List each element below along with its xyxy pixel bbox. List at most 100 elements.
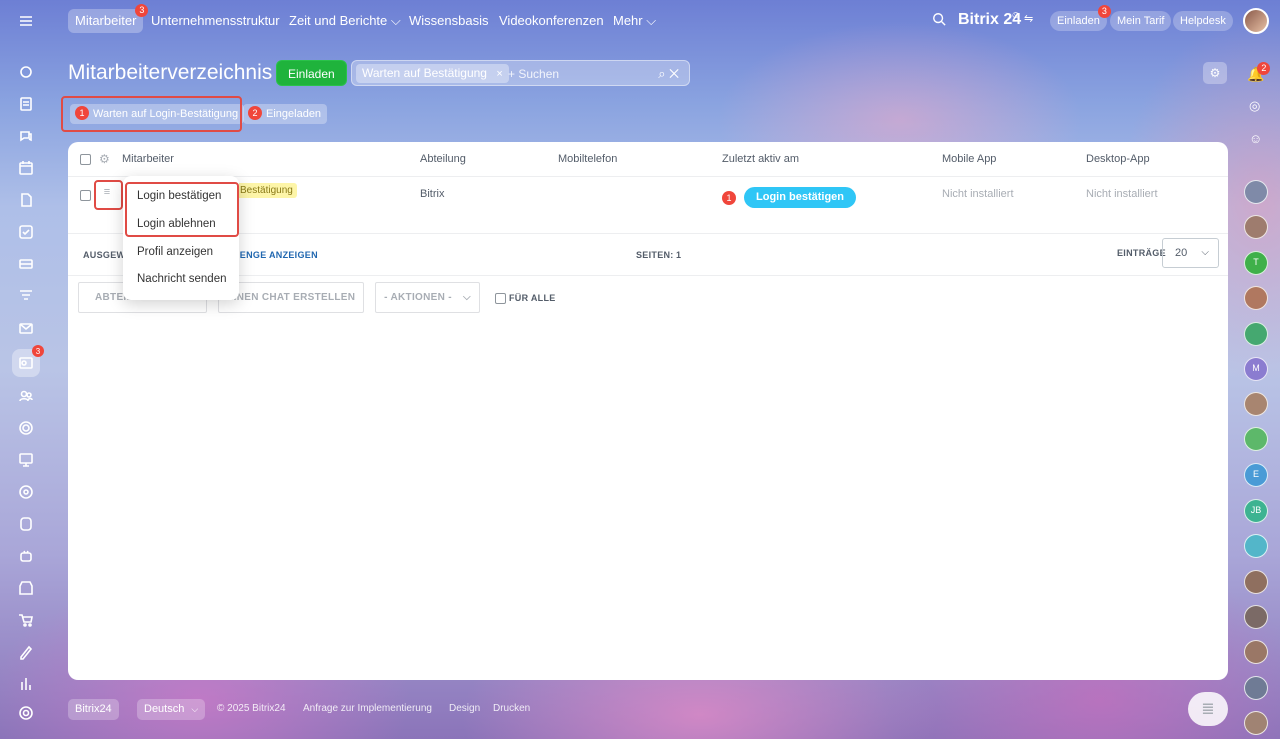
avatar[interactable] <box>1244 215 1268 239</box>
divider <box>68 233 1228 234</box>
column-header[interactable]: Zuletzt aktiv am <box>722 153 799 165</box>
search-icon[interactable]: ⌕ <box>658 66 665 81</box>
avatar[interactable] <box>1244 427 1268 451</box>
menu-item-send-message[interactable]: Nachricht senden <box>137 273 227 285</box>
column-settings-icon[interactable]: ⚙ <box>99 152 110 166</box>
analytics-icon[interactable] <box>16 674 36 694</box>
my-tariff-button[interactable]: Mein Tarif <box>1110 11 1172 31</box>
avatar[interactable] <box>1244 392 1268 416</box>
remove-tag-icon[interactable]: × <box>496 68 502 80</box>
nav-item-time-reports[interactable]: Zeit und Berichte ⌵ <box>282 9 408 33</box>
create-chat-button[interactable]: EINEN CHAT ERSTELLEN <box>218 282 364 313</box>
for-all-label: FÜR ALLE <box>509 293 556 303</box>
search-filter-tag[interactable]: Warten auf Bestätigung × <box>356 64 509 83</box>
robot-icon[interactable] <box>16 546 36 566</box>
user-avatar[interactable] <box>1243 8 1269 34</box>
funnel-icon[interactable] <box>16 286 36 306</box>
row-checkbox[interactable] <box>80 190 91 201</box>
highlight-frame <box>94 180 123 210</box>
language-select[interactable]: Deutsch ⌵ <box>137 699 206 720</box>
avatar[interactable] <box>1244 570 1268 594</box>
menu-item-view-profile[interactable]: Profil anzeigen <box>137 246 213 258</box>
nav-item-employees[interactable]: Mitarbeiter 3 <box>68 4 149 33</box>
status-badge: Bestätigung <box>236 183 297 198</box>
search-icon[interactable] <box>932 12 946 29</box>
menu-icon[interactable] <box>16 11 36 31</box>
avatar[interactable] <box>1244 286 1268 310</box>
column-header[interactable]: Mitarbeiter <box>122 153 174 165</box>
chat-button[interactable]: ≣ <box>1188 692 1228 726</box>
employees-icon[interactable]: 3 <box>12 345 44 377</box>
footer-logo[interactable]: Bitrix24 <box>68 699 119 720</box>
footer-link-print[interactable]: Drucken <box>493 703 530 714</box>
avatar[interactable] <box>1244 676 1268 700</box>
feed-icon[interactable] <box>16 94 36 114</box>
automation-icon[interactable] <box>16 418 36 438</box>
filter-tab-invited[interactable]: 2 Eingeladen <box>243 104 328 124</box>
calendar-icon[interactable] <box>16 158 36 178</box>
nav-item-knowledge-base[interactable]: Wissensbasis <box>402 9 495 33</box>
actions-select-label: - AKTIONEN - <box>384 292 452 303</box>
invite-badge: 3 <box>1097 5 1111 18</box>
footer-link-implementation[interactable]: Anfrage zur Implementierung <box>303 703 432 714</box>
avatar[interactable] <box>1244 605 1268 629</box>
employees-badge: 3 <box>32 345 44 357</box>
search-box[interactable]: Warten auf Bestätigung × ⌕ ✕ <box>351 60 690 86</box>
nav-item-company-structure[interactable]: Unternehmensstruktur <box>144 9 287 33</box>
column-header[interactable]: Mobiltelefon <box>558 153 617 165</box>
avatar[interactable] <box>1244 322 1268 346</box>
task-icon[interactable] <box>16 222 36 242</box>
goal-icon[interactable] <box>16 482 36 502</box>
divider <box>68 176 1228 177</box>
notification-badge: 2 <box>1257 62 1271 75</box>
page-size-select[interactable]: 20 ⌵ <box>1162 238 1219 268</box>
mail-icon[interactable] <box>16 318 36 338</box>
avatar[interactable] <box>1244 534 1268 558</box>
groups-icon[interactable] <box>16 386 36 406</box>
invite-button[interactable]: Einladen <box>276 60 347 86</box>
column-header[interactable]: Abteilung <box>420 153 466 165</box>
avatar[interactable]: M <box>1244 357 1268 381</box>
store-icon[interactable] <box>16 578 36 598</box>
swap-icon[interactable]: ⇋ <box>1024 12 1033 25</box>
pages-label: SEITEN: <box>636 250 674 260</box>
actions-select[interactable]: - AKTIONEN - ⌵ <box>375 282 480 313</box>
avatar[interactable]: T <box>1244 251 1268 275</box>
column-header[interactable]: Mobile App <box>942 153 996 165</box>
nav-item-video-conferences[interactable]: Videokonferenzen <box>492 9 611 33</box>
footer-link-design[interactable]: Design <box>449 703 480 714</box>
invite-top-button[interactable]: Einladen 3 <box>1050 5 1111 31</box>
cart-icon[interactable] <box>16 610 36 630</box>
nav-item-more[interactable]: Mehr ⌵ <box>606 9 663 33</box>
avatar[interactable] <box>1244 711 1268 735</box>
page-title: Mitarbeiterverzeichnis <box>68 61 273 84</box>
search-input[interactable] <box>508 65 638 83</box>
avatar[interactable]: JB <box>1244 499 1268 523</box>
notification-bell-icon[interactable]: 🔔 2 <box>1247 62 1271 83</box>
document-icon[interactable] <box>16 190 36 210</box>
department-cell: Bitrix <box>420 188 445 200</box>
avatar[interactable] <box>1244 180 1268 204</box>
chat-icon[interactable] <box>16 126 36 146</box>
for-all-checkbox[interactable] <box>495 293 506 304</box>
filter-tab-label: Eingeladen <box>266 108 322 120</box>
confirm-login-button[interactable]: Login bestätigen <box>744 187 856 208</box>
sign-icon[interactable] <box>16 642 36 662</box>
helpdesk-button[interactable]: Helpdesk <box>1173 11 1233 31</box>
select-all-checkbox[interactable] <box>80 154 91 165</box>
chevron-down-icon: ⌵ <box>462 292 471 303</box>
activity-icon[interactable] <box>16 62 36 82</box>
search-tag-label: Warten auf Bestätigung <box>362 66 487 80</box>
avatar[interactable]: E <box>1244 463 1268 487</box>
help-icon[interactable]: ☺ <box>1249 131 1262 146</box>
whiteboard-icon[interactable] <box>16 450 36 470</box>
copilot-icon[interactable]: ◎ <box>1249 98 1260 114</box>
box-icon[interactable] <box>16 514 36 534</box>
show-count-link[interactable]: MENGE ANZEIGEN <box>232 250 318 260</box>
column-header[interactable]: Desktop-App <box>1086 153 1150 165</box>
crm-icon[interactable] <box>16 254 36 274</box>
settings-icon[interactable] <box>16 703 36 723</box>
avatar[interactable] <box>1244 640 1268 664</box>
clear-icon[interactable]: ✕ <box>669 66 679 81</box>
gear-icon[interactable]: ⚙ <box>1203 62 1227 84</box>
